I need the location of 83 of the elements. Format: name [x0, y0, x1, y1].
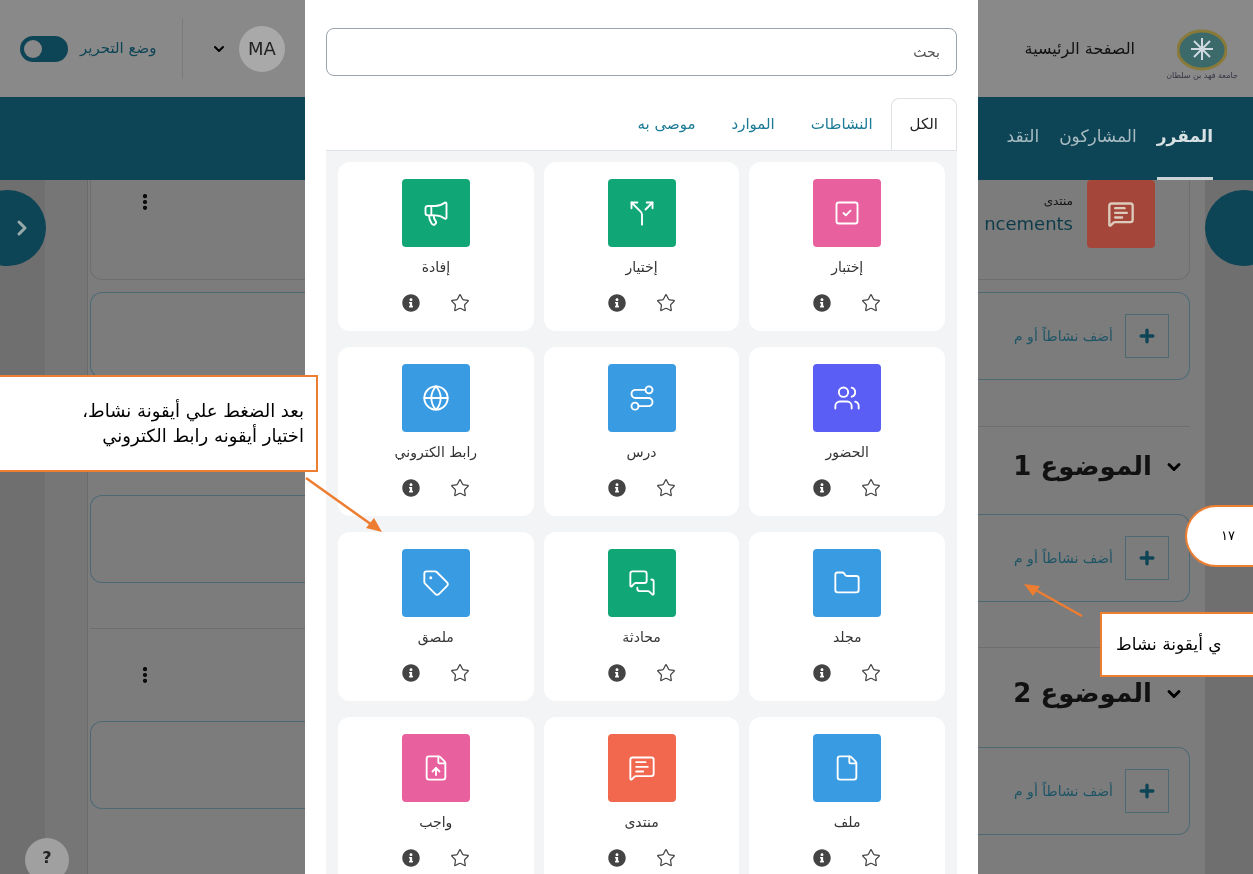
star-icon[interactable] — [861, 663, 882, 683]
activity-card[interactable]: مجلد — [749, 532, 945, 701]
info-icon[interactable] — [607, 849, 626, 867]
activity-card[interactable]: إختبار — [749, 162, 945, 331]
activity-card[interactable]: واجب — [338, 717, 534, 874]
edit-mode-label: وضع التحرير — [80, 38, 157, 60]
section-title: الموضوع 2 — [1013, 677, 1152, 711]
search-field[interactable]: بحث — [326, 28, 957, 76]
activity-name: إختبار — [831, 258, 864, 278]
globe-logo-icon — [1177, 28, 1227, 71]
activity-card[interactable]: ملف — [749, 717, 945, 874]
course-nav-tab[interactable]: التقد — [1006, 97, 1040, 180]
category-tab[interactable]: النشاطات — [792, 98, 891, 150]
university-logo[interactable]: جامعة فهد بن سلطان — [1157, 16, 1247, 81]
activity-card[interactable]: محادثة — [543, 532, 740, 701]
section-title: الموضوع 1 — [1013, 450, 1152, 484]
activity-card[interactable]: الحضور — [749, 347, 945, 516]
instruction-callout: بعد الضغط علي أيقونة نشاط، اختيار أيقونه رابط الكتروني — [0, 375, 318, 472]
star-icon[interactable] — [655, 663, 676, 683]
star-icon[interactable] — [655, 478, 676, 498]
activity-card[interactable]: إختيار — [543, 162, 740, 331]
activity-name: منتدى — [624, 813, 659, 832]
info-icon[interactable] — [401, 479, 420, 497]
category-tab[interactable]: موصى به — [619, 98, 714, 150]
info-icon[interactable] — [401, 664, 420, 682]
activity-card[interactable]: إفادة — [338, 162, 534, 331]
logo-text: جامعة فهد بن سلطان — [1166, 70, 1238, 81]
activity-name: إفادة — [421, 258, 451, 277]
edit-mode-toggle[interactable] — [20, 35, 68, 62]
message-icon — [1107, 200, 1135, 228]
star-icon[interactable] — [655, 848, 676, 868]
home-link[interactable]: الصفحة الرئيسية — [1024, 36, 1135, 61]
info-icon[interactable] — [813, 849, 832, 867]
activity-card[interactable]: ملصق — [338, 532, 534, 701]
activity-name: رابط الكتروني — [394, 443, 478, 463]
add-activity-label: أضف نشاطاً أو م — [1014, 547, 1113, 569]
course-nav-tab[interactable]: المشاركون — [1059, 97, 1137, 180]
page-number-bubble: ١٧ — [1185, 505, 1253, 567]
activity-name: مجلد — [832, 628, 862, 647]
category-tab[interactable]: الموارد — [713, 98, 793, 150]
activity-name: الحضور — [825, 443, 869, 463]
info-icon[interactable] — [607, 294, 626, 312]
plus-icon — [1137, 548, 1157, 568]
activity-name: واجب — [419, 813, 453, 833]
activity-card[interactable]: منتدى — [543, 717, 740, 874]
instruction-callout: ي أيقونة نشاط — [1100, 612, 1253, 677]
user-avatar[interactable]: MA — [239, 25, 285, 72]
star-icon[interactable] — [861, 293, 882, 313]
star-icon[interactable] — [861, 478, 882, 498]
star-icon[interactable] — [655, 293, 676, 313]
activity-card[interactable]: درس — [543, 347, 740, 516]
chat-bubbles-icon — [627, 569, 656, 597]
activity-name: درس — [626, 443, 657, 463]
pointer-arrow — [1022, 582, 1084, 618]
activity-name: إختيار — [625, 258, 658, 278]
activity-name: محادثة — [622, 628, 661, 647]
activity-name: ملف — [833, 813, 861, 832]
info-icon[interactable] — [813, 479, 832, 497]
star-icon[interactable] — [449, 663, 470, 683]
add-button[interactable] — [1125, 536, 1169, 580]
info-icon[interactable] — [607, 479, 626, 497]
star-icon[interactable] — [449, 293, 470, 313]
info-icon[interactable] — [813, 294, 832, 312]
tag-icon — [421, 569, 450, 597]
info-icon[interactable] — [813, 664, 832, 682]
star-icon[interactable] — [861, 848, 882, 868]
star-icon[interactable] — [449, 848, 470, 868]
activity-type: منتدى — [1042, 193, 1073, 210]
info-icon[interactable] — [401, 294, 420, 312]
globe-icon — [421, 384, 450, 412]
activity-card[interactable]: رابط الكتروني — [338, 347, 534, 516]
add-button[interactable] — [1125, 314, 1169, 358]
add-button[interactable] — [1125, 769, 1169, 813]
add-activity-label: أضف نشاطاً أو م — [1014, 780, 1113, 802]
plus-icon — [1137, 326, 1157, 346]
activity-name: ملصق — [417, 628, 454, 648]
message-icon — [627, 754, 656, 782]
plus-icon — [1137, 781, 1157, 801]
add-activity-label: أضف نشاطاً أو م — [1014, 325, 1113, 347]
people-icon — [833, 384, 862, 412]
info-icon[interactable] — [401, 849, 420, 867]
info-icon[interactable] — [607, 664, 626, 682]
star-icon[interactable] — [449, 478, 470, 498]
